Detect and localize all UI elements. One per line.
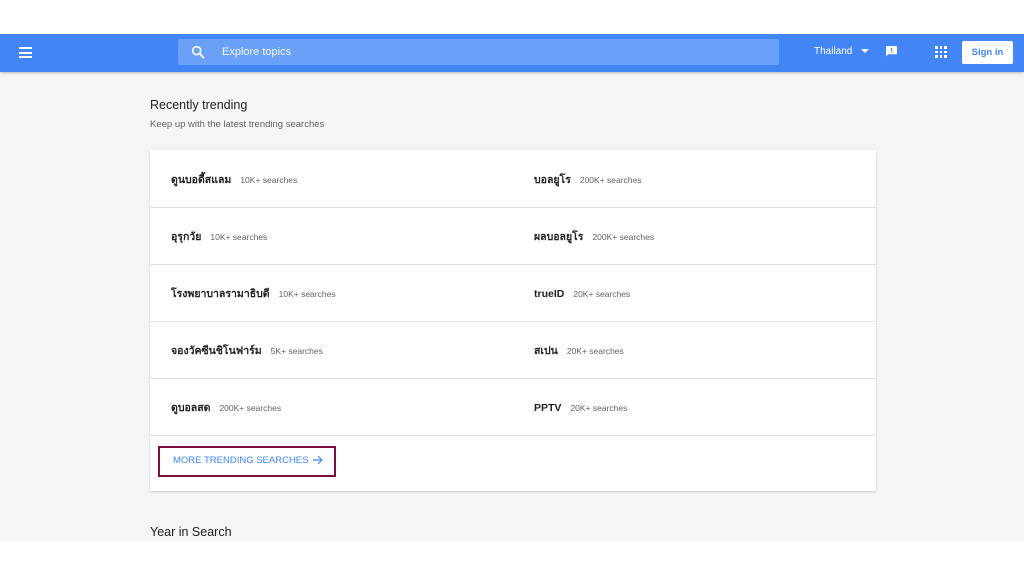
- trending-item[interactable]: สเปน 20K+ searches: [534, 321, 624, 378]
- trending-term: จองวัคซีนชิโนฟาร์ม: [171, 345, 262, 357]
- trending-term: trueID: [534, 288, 565, 300]
- search-count: 200K+ searches: [579, 175, 642, 185]
- sign-in-button[interactable]: Sign in: [962, 41, 1013, 64]
- trending-row: อุรุกวัย 10K+ searches ผลบอลยูโร 200K+ sea…: [150, 207, 876, 265]
- app-frame: Thailand Sign in Recently trending Keep …: [0, 34, 1024, 542]
- search-count: 20K+ searches: [570, 403, 628, 413]
- search-count: 200K+ searches: [592, 232, 655, 242]
- trending-row: จองวัคซีนชิโนฟาร์ม 5K+ searches สเปน 20K+ …: [150, 321, 876, 379]
- country-selector[interactable]: Thailand: [814, 46, 870, 57]
- search-count: 20K+ searches: [573, 289, 631, 299]
- trending-term: ผลบอลยูโร: [534, 231, 584, 243]
- feedback-icon[interactable]: [885, 45, 898, 58]
- section-title: Recently trending: [150, 98, 248, 112]
- trending-term: บอลยูโร: [534, 174, 571, 186]
- trending-row: โรงพยาบาลรามาธิบดี 10K+ searches trueID 20…: [150, 264, 876, 322]
- search-icon: [191, 45, 205, 59]
- trending-term: โรงพยาบาลรามาธิบดี: [171, 288, 270, 300]
- search-bar[interactable]: [178, 39, 779, 65]
- search-count: 10K+ searches: [278, 289, 336, 299]
- section-subtitle: Keep up with the latest trending searche…: [150, 119, 325, 130]
- search-count: 20K+ searches: [566, 346, 624, 356]
- trending-item[interactable]: โรงพยาบาลรามาธิบดี 10K+ searches: [171, 264, 336, 321]
- trending-term: PPTV: [534, 402, 562, 414]
- trending-term: ดูนบอดี้สแลม: [171, 174, 232, 186]
- trending-item[interactable]: ผลบอลยูโร 200K+ searches: [534, 207, 654, 264]
- top-bar: Thailand Sign in: [0, 34, 1024, 72]
- trending-item[interactable]: ดูบอลสด 200K+ searches: [171, 378, 281, 435]
- trending-item[interactable]: PPTV 20K+ searches: [534, 378, 627, 435]
- trending-term: ดูบอลสด: [171, 402, 211, 414]
- trending-item[interactable]: ดูนบอดี้สแลม 10K+ searches: [171, 150, 297, 207]
- menu-icon[interactable]: [19, 47, 32, 58]
- more-trending-label: MORE TRENDING SEARCHES: [173, 455, 309, 466]
- trending-item[interactable]: บอลยูโร 200K+ searches: [534, 150, 642, 207]
- country-label: Thailand: [814, 46, 853, 57]
- search-count: 5K+ searches: [270, 346, 323, 356]
- year-in-search-title: Year in Search: [150, 525, 232, 539]
- trending-term: อุรุกวัย: [171, 231, 202, 243]
- search-input[interactable]: [222, 39, 762, 65]
- trending-item[interactable]: trueID 20K+ searches: [534, 264, 630, 321]
- search-count: 200K+ searches: [219, 403, 282, 413]
- more-trending-highlight: MORE TRENDING SEARCHES: [158, 446, 336, 477]
- more-trending-searches-link[interactable]: MORE TRENDING SEARCHES: [173, 448, 324, 474]
- search-count: 10K+ searches: [240, 175, 298, 185]
- apps-icon[interactable]: [935, 46, 947, 58]
- search-count: 10K+ searches: [210, 232, 268, 242]
- trending-row: ดูนบอดี้สแลม 10K+ searches บอลยูโร 200K+ s…: [150, 150, 876, 208]
- arrow-right-icon: [313, 456, 324, 465]
- trending-item[interactable]: จองวัคซีนชิโนฟาร์ม 5K+ searches: [171, 321, 323, 378]
- trending-item[interactable]: อุรุกวัย 10K+ searches: [171, 207, 267, 264]
- trending-term: สเปน: [534, 345, 558, 357]
- trending-row: ดูบอลสด 200K+ searches PPTV 20K+ searches: [150, 378, 876, 436]
- trending-card: ดูนบอดี้สแลม 10K+ searches บอลยูโร 200K+ s…: [150, 150, 876, 491]
- chevron-down-icon: [861, 49, 870, 54]
